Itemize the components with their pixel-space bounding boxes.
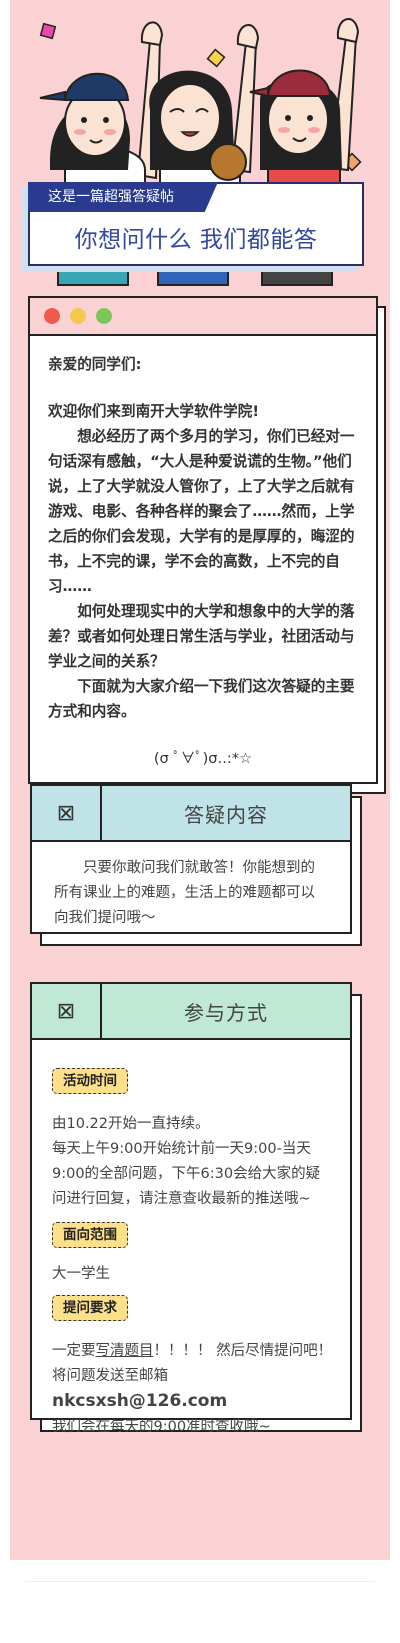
requirement-pre: 一定要	[52, 1343, 96, 1359]
requirement-text: 一定要写清题目！！！！ 然后尽情提问吧！	[52, 1339, 334, 1364]
letter-paragraph-3: 下面就为大家介绍一下我们这次答疑的主要方式和内容。	[48, 678, 355, 720]
image-placeholder-icon: ⊠	[32, 984, 102, 1038]
join-section-card: ⊠ 参与方式 活动时间 由10.22开始一直持续。 每天上午9:00开始统计前一…	[30, 982, 352, 1435]
mail-post: 我们会在每天的9:00准时查收哦~	[52, 1419, 271, 1435]
letter-paragraph-2: 如何处理现实中的大学和想象中的大学的落差？或者如何处理日常生活与学业，社团活动与…	[48, 603, 355, 670]
footer-divider	[25, 1581, 375, 1582]
time-tag-badge: 活动时间	[52, 1068, 128, 1094]
qa-section-card: ⊠ 答疑内容 只要你敢问我们就敢答！你能想到的所有课业上的难题，生活上的难题都可…	[30, 784, 352, 934]
kaomoji: (σ ﾟ∀ﾟ)σ..:*☆	[153, 750, 253, 767]
requirement-underline: 写清题目	[95, 1343, 154, 1359]
green-dot-icon	[96, 308, 112, 324]
window-titlebar	[30, 298, 376, 336]
mail-pre: 将问题发送至邮箱	[52, 1368, 168, 1384]
requirement-tag-badge: 提问要求	[52, 1295, 128, 1321]
qa-section-title: 答疑内容	[184, 802, 268, 827]
join-section-header: ⊠ 参与方式	[32, 984, 350, 1040]
letter-greeting: 亲爱的同学们:	[48, 356, 142, 373]
girl-right	[249, 18, 360, 186]
qa-description: 只要你敢问我们就敢答！你能想到的所有课业上的难题，生活上的难题都可以向我们提问哦…	[54, 860, 315, 926]
time-text-2: 每天上午9:00开始统计前一天9:00-当天9:00的全部问题，下午6:30会给…	[52, 1141, 321, 1207]
requirement-post: ！！！！ 然后尽情提问吧！	[153, 1343, 333, 1359]
page: 这是一篇超强答疑帖 你想问什么 我们都能答 亲爱的同学们: 欢迎你们来到南开大学…	[0, 0, 400, 1643]
scope-tag-badge: 面向范围	[52, 1222, 128, 1248]
mail-address: nkcsxsh@126.com	[52, 1391, 228, 1411]
title-tag: 这是一篇超强答疑帖	[28, 182, 218, 212]
qa-section-header: ⊠ 答疑内容	[32, 786, 350, 842]
girl-left	[39, 21, 164, 186]
join-section-body: 活动时间 由10.22开始一直持续。 每天上午9:00开始统计前一天9:00-当…	[32, 1040, 350, 1456]
letter-card: 亲爱的同学们: 欢迎你们来到南开大学软件学院! 想必经历了两个多月的学习，你们已…	[28, 296, 378, 784]
letter-welcome: 欢迎你们来到南开大学软件学院!	[48, 403, 259, 420]
image-placeholder-icon: ⊠	[32, 786, 102, 840]
join-section-title: 参与方式	[184, 1000, 268, 1025]
letter-paragraph-1: 想必经历了两个多月的学习，你们已经对一句话深有感触，“大人是种爱说谎的生物。”他…	[48, 428, 355, 595]
qa-section-body: 只要你敢问我们就敢答！你能想到的所有课业上的难题，生活上的难题都可以向我们提问哦…	[32, 842, 350, 947]
mail-line: 将问题发送至邮箱 nkcsxsh@126.com	[52, 1364, 334, 1415]
scope-text: 大一学生	[52, 1266, 110, 1282]
red-dot-icon	[44, 308, 60, 324]
title-card: 这是一篇超强答疑帖 你想问什么 我们都能答	[28, 182, 364, 266]
time-text-1: 由10.22开始一直持续。	[52, 1116, 210, 1132]
page-title: 你想问什么 我们都能答	[74, 227, 318, 253]
letter-body: 亲爱的同学们: 欢迎你们来到南开大学软件学院! 想必经历了两个多月的学习，你们已…	[30, 336, 376, 771]
girl-middle	[149, 24, 260, 186]
yellow-dot-icon	[70, 308, 86, 324]
